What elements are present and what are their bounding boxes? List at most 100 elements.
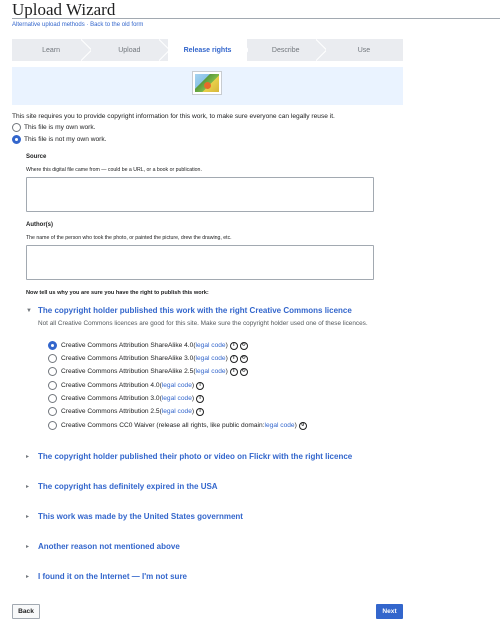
cc-by-icon: i (196, 407, 205, 416)
source-label: Source (26, 154, 47, 160)
page-title: Upload Wizard (12, 0, 116, 19)
legal-code-link[interactable]: legal code (196, 342, 226, 349)
license-label: Creative Commons Attribution ShareAlike … (61, 368, 194, 375)
license-option[interactable]: Creative Commons Attribution ShareAlike … (48, 354, 248, 363)
licence-note: Not all Creative Commons licences are go… (38, 320, 368, 327)
step-describe-label: Describe (271, 46, 300, 54)
paren-close: ) (225, 342, 228, 349)
next-button[interactable]: Next (376, 604, 403, 619)
step-chevron (316, 39, 326, 61)
paren-close: ) (225, 355, 228, 362)
step-release-rights: Release rights (168, 39, 248, 61)
step-chevron (81, 39, 91, 61)
step-describe: Describe (247, 39, 325, 61)
section-creative-commons[interactable]: ▼ The copyright holder published this wo… (26, 306, 352, 315)
step-learn: Learn (12, 39, 90, 61)
legal-code-link[interactable]: legal code (162, 382, 192, 389)
paren-close: ) (225, 368, 228, 375)
old-form-link[interactable]: Back to the old form (90, 22, 143, 28)
license-label: Creative Commons Attribution 4.0 (61, 382, 160, 389)
legal-code-link[interactable]: legal code (162, 408, 192, 415)
paren-close: ) (191, 408, 195, 415)
cc-sa-icon: ↻ (239, 354, 248, 363)
legal-code-link[interactable]: legal code (265, 422, 295, 429)
license-option[interactable]: Creative Commons CC0 Waiver (release all… (48, 421, 307, 430)
own-work-radio[interactable] (12, 123, 21, 132)
cc-by-icon: i (196, 381, 205, 390)
source-help: Where this digital file came from — coul… (26, 167, 202, 173)
expand-arrow-icon: ▸ (26, 484, 30, 490)
license-radio[interactable] (48, 367, 57, 376)
license-option[interactable]: Creative Commons Attribution ShareAlike … (48, 341, 248, 350)
cc-by-icon: i (229, 367, 238, 376)
expand-arrow-icon: ▸ (26, 514, 30, 520)
authors-label: Author(s) (26, 222, 53, 228)
source-textarea[interactable] (26, 177, 374, 212)
legal-code-link[interactable]: legal code (196, 368, 226, 375)
not-own-work-label: This file is not my own work. (24, 136, 107, 143)
alternative-upload-methods-link[interactable]: Alternative upload methods (12, 22, 85, 28)
license-radio[interactable] (48, 407, 57, 416)
title-divider (12, 18, 500, 19)
step-release-rights-label: Release rights (183, 46, 232, 54)
license-option[interactable]: Creative Commons Attribution ShareAlike … (48, 367, 248, 376)
expand-arrow-icon: ▸ (26, 454, 30, 460)
authors-textarea[interactable] (26, 245, 374, 280)
section-title: The copyright has definitely expired in … (38, 482, 218, 491)
license-label: Creative Commons CC0 Waiver (release all… (61, 422, 265, 429)
license-radio[interactable] (48, 421, 57, 430)
paren-close: ) (294, 422, 297, 429)
section-not-sure[interactable]: ▸ I found it on the Internet — I'm not s… (26, 572, 187, 581)
license-label: Creative Commons Attribution 2.5 (61, 408, 160, 415)
expand-arrow-icon: ▸ (26, 574, 30, 580)
not-own-work-option[interactable]: This file is not my own work. (12, 135, 106, 144)
license-radio[interactable] (48, 354, 57, 363)
legal-code-link[interactable]: legal code (162, 395, 192, 402)
section-flickr[interactable]: ▸ The copyright holder published their p… (26, 452, 352, 461)
cc-sa-icon: ↻ (239, 367, 248, 376)
expand-arrow-icon: ▸ (26, 544, 30, 550)
license-option[interactable]: Creative Commons Attribution 3.0 (legal … (48, 394, 205, 403)
cc-zero-icon: 0 (298, 421, 307, 430)
cc-sa-icon: ↻ (239, 341, 248, 350)
step-use-label: Use (357, 46, 371, 54)
thumbnail-image (195, 74, 219, 92)
paren-close: ) (191, 382, 195, 389)
section-title: The copyright holder published their pho… (38, 452, 353, 461)
paren-close: ) (191, 395, 195, 402)
section-copyright-expired[interactable]: ▸ The copyright has definitely expired i… (26, 482, 218, 491)
cc-by-icon: i (196, 394, 205, 403)
section-us-government[interactable]: ▸ This work was made by the United State… (26, 512, 243, 521)
step-chevron (159, 39, 169, 61)
own-work-option[interactable]: This file is my own work. (12, 123, 95, 132)
not-own-work-radio[interactable] (12, 135, 21, 144)
step-learn-label: Learn (42, 46, 61, 54)
legal-code-link[interactable]: legal code (196, 355, 226, 362)
section-title: The copyright holder published this work… (38, 306, 352, 315)
step-upload-label: Upload (118, 46, 141, 54)
license-option[interactable]: Creative Commons Attribution 4.0 (legal … (48, 381, 205, 390)
license-radio[interactable] (48, 394, 57, 403)
section-title: I found it on the Internet — I'm not sur… (38, 572, 188, 581)
authors-help: The name of the person who took the phot… (26, 235, 232, 241)
collapse-arrow-icon: ▼ (26, 307, 32, 314)
back-button[interactable]: Back (12, 604, 40, 619)
cc-by-icon: i (229, 341, 238, 350)
copyright-intro: This site requires you to provide copyri… (12, 113, 335, 120)
file-preview-bar (12, 67, 403, 105)
step-use: Use (325, 39, 403, 61)
section-title: Another reason not mentioned above (38, 542, 180, 551)
reason-prompt: Now tell us why you are sure you have th… (26, 290, 209, 296)
license-label: Creative Commons Attribution 3.0 (61, 395, 160, 402)
section-title: This work was made by the United States … (38, 512, 243, 521)
step-upload: Upload (90, 39, 168, 61)
file-thumbnail[interactable] (192, 71, 222, 95)
license-radio[interactable] (48, 381, 57, 390)
license-label: Creative Commons Attribution ShareAlike … (61, 342, 194, 349)
step-chevron (238, 39, 248, 61)
cc-by-icon: i (229, 354, 238, 363)
own-work-label: This file is my own work. (24, 124, 96, 131)
license-option[interactable]: Creative Commons Attribution 2.5 (legal … (48, 407, 205, 416)
license-radio[interactable] (48, 341, 57, 350)
section-another-reason[interactable]: ▸ Another reason not mentioned above (26, 542, 180, 551)
